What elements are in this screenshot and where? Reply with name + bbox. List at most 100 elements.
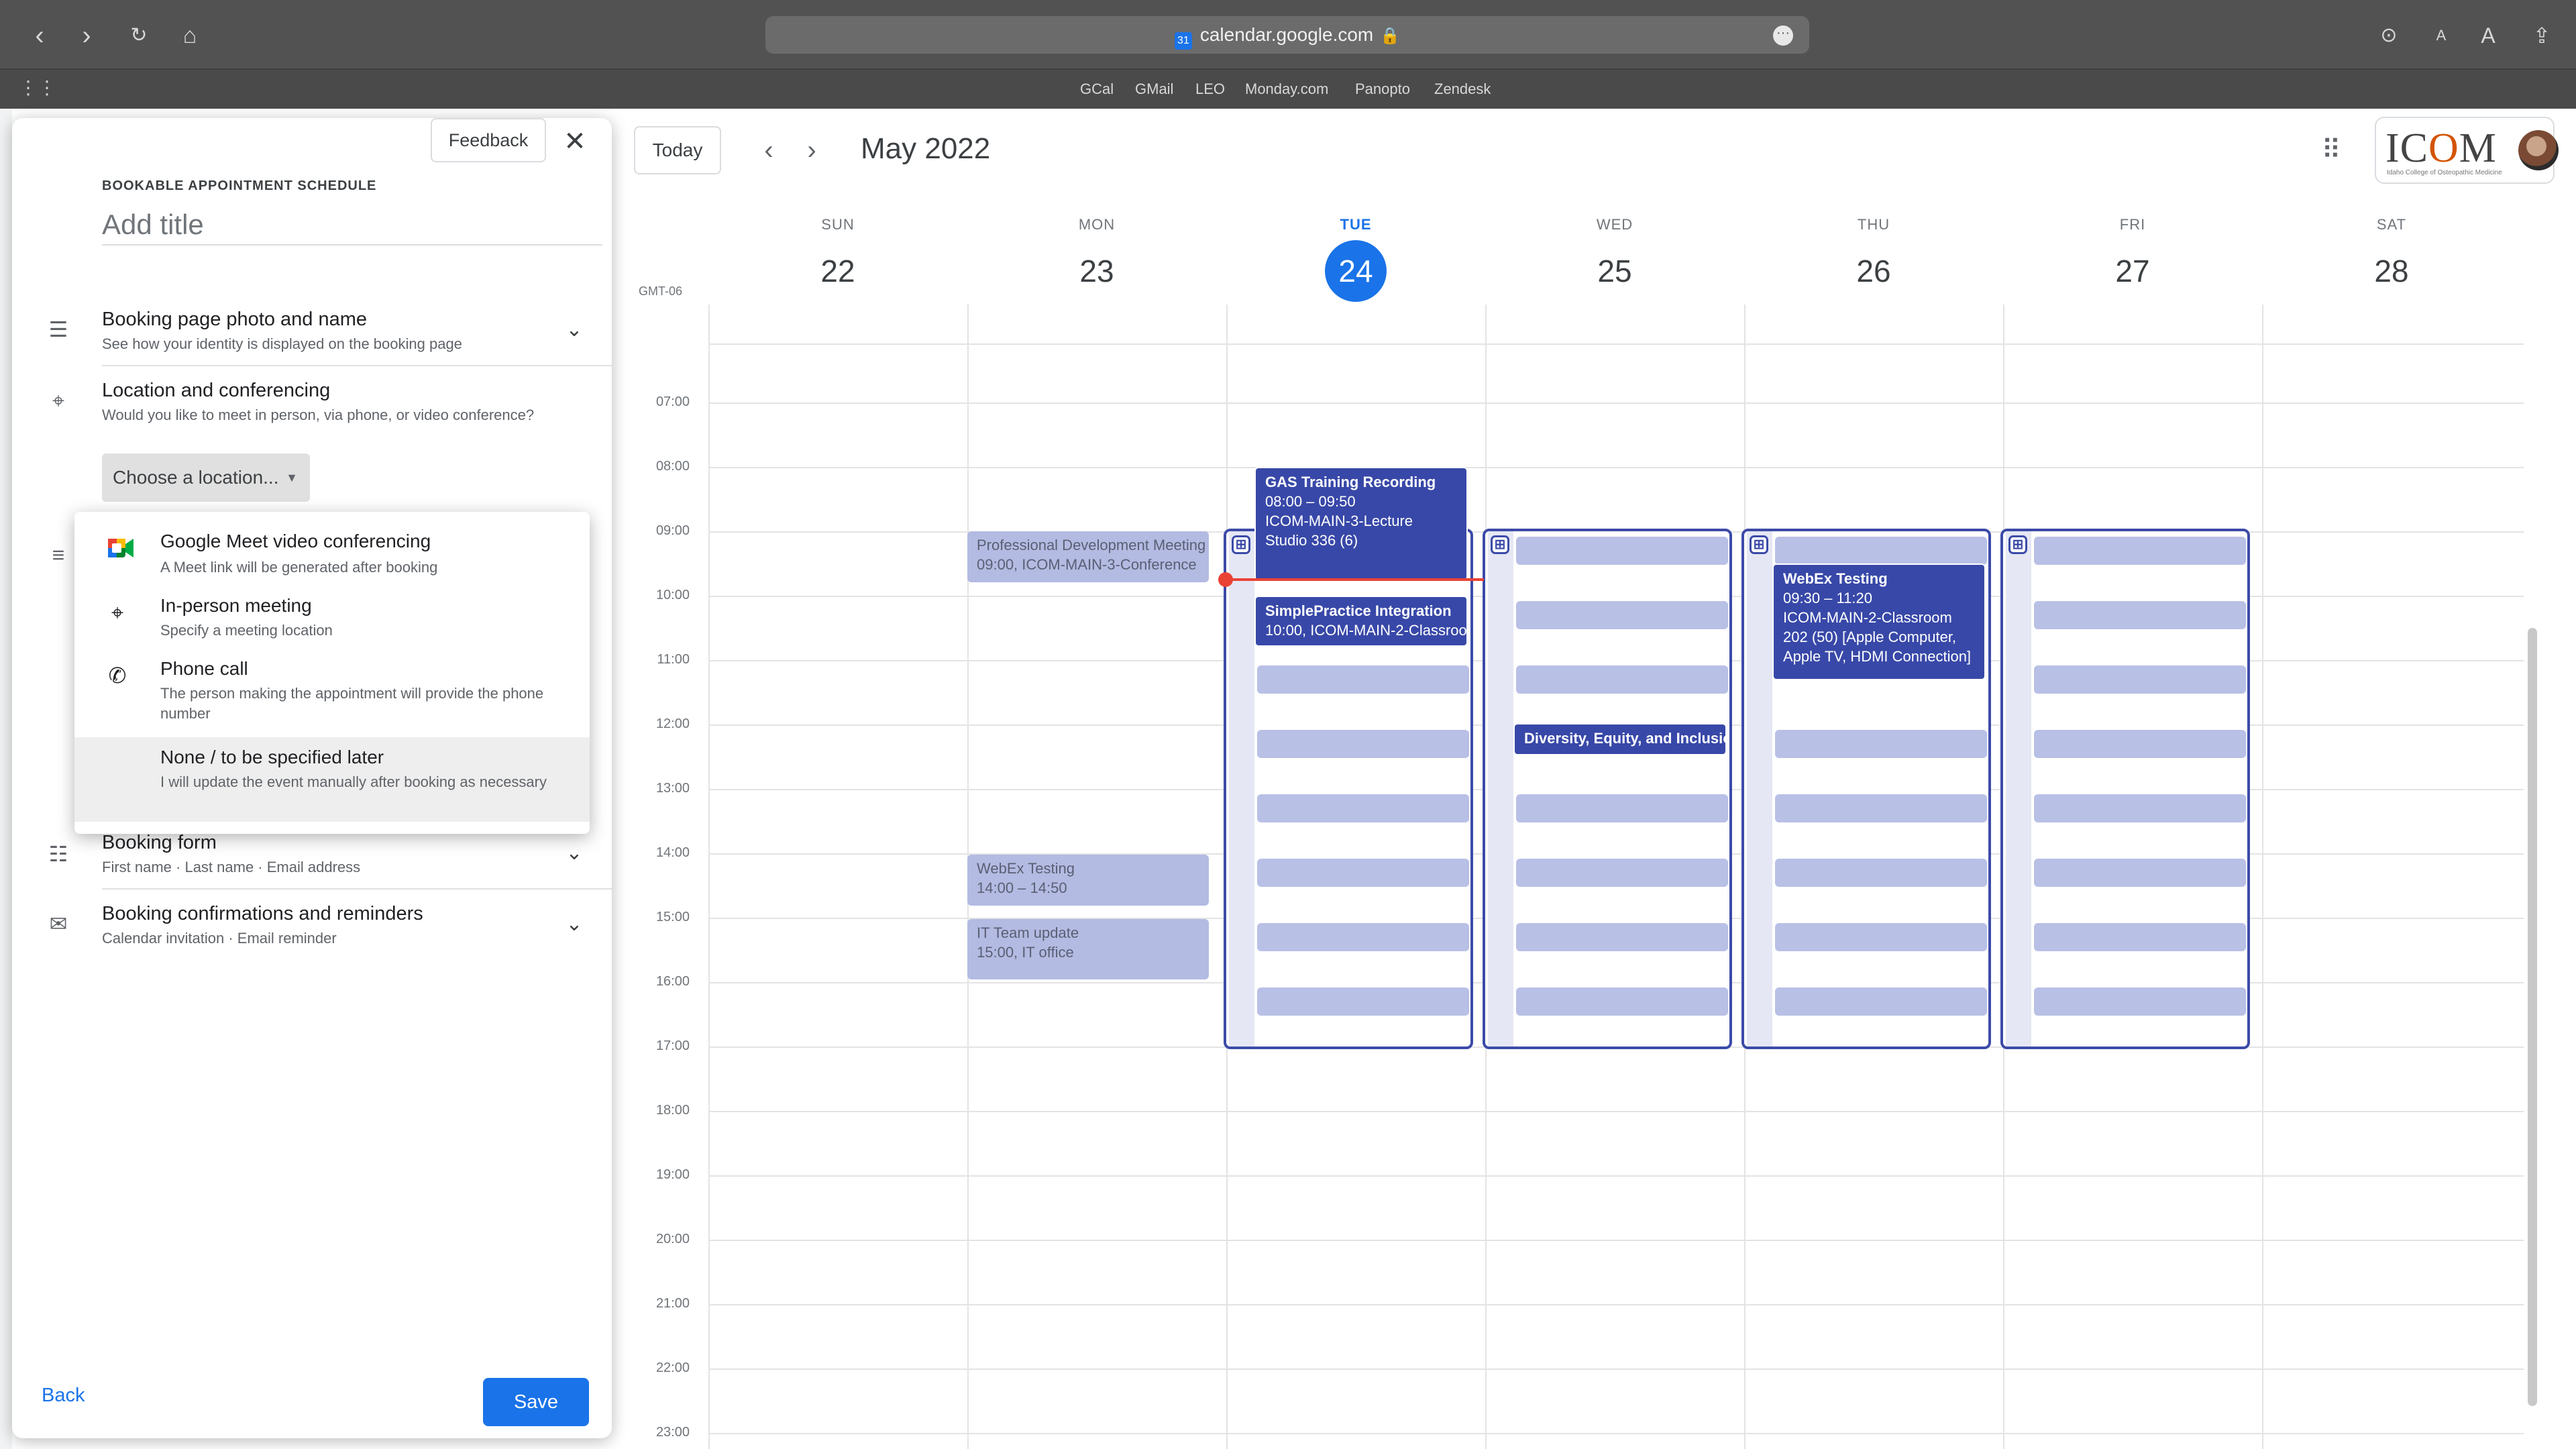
appointment-slot[interactable] [2034,859,2246,887]
day-number[interactable]: 25 [1584,240,1646,302]
appointment-slot[interactable] [2034,537,2246,565]
hour-line [708,1111,2524,1112]
download-icon[interactable]: ⊙ [2371,17,2407,54]
menu-item-none[interactable]: None / to be specified later I will upda… [74,737,590,822]
fav-leo[interactable]: LEO [1195,70,1225,109]
avatar[interactable] [2518,130,2559,170]
appointment-slot[interactable] [1775,794,1987,822]
hour-label: 21:00 [655,1296,690,1311]
appointment-slot[interactable] [2034,923,2246,951]
day-number[interactable]: 22 [807,240,869,302]
close-icon[interactable]: ✕ [559,126,590,157]
appointment-slot[interactable] [1775,859,1987,887]
appointment-slot[interactable] [1775,923,1987,951]
chevron-down-icon[interactable]: ⌄ [561,911,588,938]
day-header-fri[interactable]: FRI 27 [2003,213,2262,302]
share-icon[interactable]: ⇪ [2524,17,2560,54]
appointment-slot[interactable] [1516,537,1728,565]
appointment-slot[interactable] [1516,601,1728,629]
event-webex-testing-thu[interactable]: WebEx Testing 09:30 – 11:20 ICOM-MAIN-2-… [1772,564,1986,680]
appointment-slot[interactable] [1775,987,1987,1016]
event-simplepractice-integration[interactable]: SimplePractice Integration 10:00, ICOM-M… [1254,596,1468,647]
appointment-slot[interactable] [2034,730,2246,758]
day-number[interactable]: 23 [1066,240,1128,302]
availability-block-wed[interactable]: ⊞ [1483,529,1732,1049]
section-photo-title[interactable]: Booking page photo and name [102,309,367,331]
scrollbar[interactable] [2528,628,2537,1406]
day-header-sat[interactable]: SAT 28 [2262,213,2521,302]
event-it-team-update[interactable]: IT Team update 15:00, IT office [967,919,1209,979]
appointment-slot[interactable] [1775,537,1987,565]
appointment-slot[interactable] [1257,730,1469,758]
location-select[interactable]: Choose a location... ▼ [102,453,310,502]
appointment-slot[interactable] [2034,987,2246,1016]
event-webex-testing-mon[interactable]: WebEx Testing 14:00 – 14:50 [967,855,1209,906]
appointment-slot[interactable] [1257,923,1469,951]
appointment-slot[interactable] [1257,794,1469,822]
menu-item-google-meet[interactable]: Google Meet video conferencing A Meet li… [74,512,590,584]
google-apps-icon[interactable]: ⠿ [2314,133,2349,168]
chevron-down-icon[interactable]: ⌄ [561,317,588,343]
menu-item-phone-call[interactable]: ✆ Phone call The person making the appoi… [74,649,590,733]
phone-icon: ✆ [108,663,127,688]
prev-week-icon[interactable]: ‹ [750,131,788,169]
appointment-schedule-icon: ⊞ [1491,535,1509,554]
home-icon[interactable]: ⌂ [172,17,208,54]
hour-label: 22:00 [655,1360,690,1375]
appointment-slot[interactable] [1257,665,1469,694]
day-number[interactable]: 27 [2102,240,2163,302]
section-form-title[interactable]: Booking form [102,832,217,854]
title-input[interactable] [102,205,602,246]
menu-item-in-person[interactable]: ⌖ In-person meeting Specify a meeting lo… [74,584,590,649]
availability-block-fri[interactable]: ⊞ [2000,529,2250,1049]
forward-arrow-icon[interactable]: › [68,17,105,54]
fav-monday[interactable]: Monday.com [1245,70,1328,109]
day-header-sun[interactable]: SUN 22 [708,213,967,302]
day-header-thu[interactable]: THU 26 [1744,213,2003,302]
section-confirm-title[interactable]: Booking confirmations and reminders [102,903,423,925]
fav-gcal[interactable]: GCal [1080,70,1114,109]
save-button[interactable]: Save [483,1378,589,1426]
day-number[interactable]: 24 [1325,240,1387,302]
appointment-slot[interactable] [1516,923,1728,951]
hour-label: 13:00 [655,781,690,796]
appointment-slot[interactable] [2034,794,2246,822]
appointment-slot[interactable] [1257,859,1469,887]
chevron-down-icon[interactable]: ⌄ [561,840,588,867]
day-number[interactable]: 26 [1843,240,1904,302]
fav-panopto[interactable]: Panopto [1355,70,1410,109]
day-header-tue[interactable]: TUE 24 [1226,213,1485,302]
day-header-wed[interactable]: WED 25 [1485,213,1744,302]
appointment-slot[interactable] [1257,987,1469,1016]
hour-label: 14:00 [655,845,690,860]
text-larger-icon[interactable]: A [2470,17,2506,54]
feedback-button[interactable]: Feedback [431,118,546,162]
address-bar[interactable]: 31 calendar.google.com 🔒 ··· [765,16,1809,54]
back-button[interactable]: Back [42,1385,85,1407]
text-smaller-icon[interactable]: A [2423,17,2459,54]
event-diversity-equity-inclusion[interactable]: Diversity, Equity, and Inclusion [1513,723,1727,755]
day-header-mon[interactable]: MON 23 [967,213,1226,302]
appointment-slot[interactable] [1516,794,1728,822]
appointment-slot[interactable] [1516,665,1728,694]
appointment-slot[interactable] [1516,987,1728,1016]
fav-zendesk[interactable]: Zendesk [1434,70,1491,109]
today-button[interactable]: Today [634,126,721,174]
day-number[interactable]: 28 [2361,240,2422,302]
appointment-slot[interactable] [2034,601,2246,629]
appointment-slot[interactable] [1775,730,1987,758]
grid-icon[interactable]: ⋮⋮ [19,76,56,99]
hour-label: 16:00 [655,974,690,989]
back-arrow-icon[interactable]: ‹ [21,17,58,54]
event-time: 08:00 – 09:50 [1265,493,1356,510]
appointment-slot[interactable] [1516,859,1728,887]
next-week-icon[interactable]: › [793,131,830,169]
reload-icon[interactable]: ↻ [121,17,157,54]
more-options-icon[interactable]: ··· [1773,25,1793,46]
appointment-slot[interactable] [2034,665,2246,694]
day-name: THU [1857,216,1890,233]
event-gas-training-recording[interactable]: GAS Training Recording 08:00 – 09:50 ICO… [1254,467,1468,581]
hour-line [708,1240,2524,1241]
event-professional-development[interactable]: Professional Development Meeting 09:00, … [967,531,1209,582]
fav-gmail[interactable]: GMail [1135,70,1173,109]
